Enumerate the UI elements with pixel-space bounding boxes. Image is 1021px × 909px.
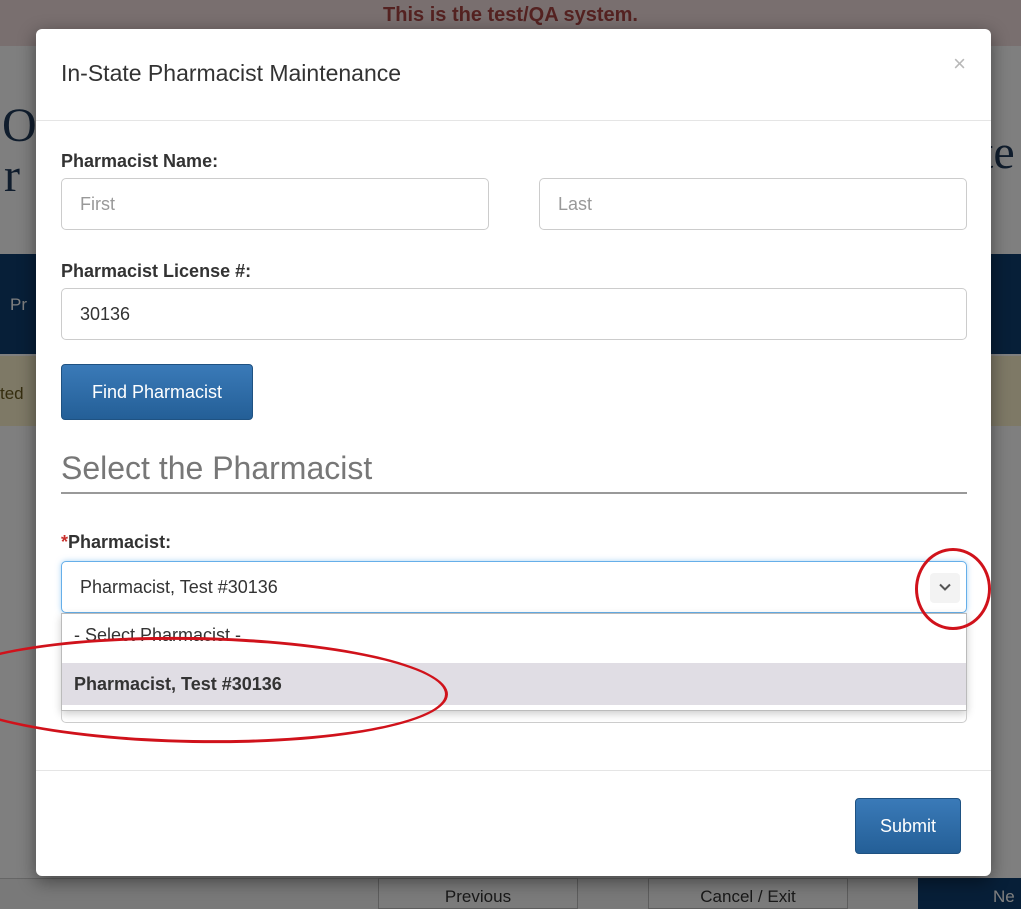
last-name-input[interactable] bbox=[539, 178, 967, 230]
modal-footer-divider bbox=[36, 770, 991, 771]
pharmacist-name-label: Pharmacist Name: bbox=[61, 151, 219, 171]
pharmacist-select-label: *Pharmacist: bbox=[61, 532, 171, 553]
selected-pharmacist: Pharmacist, Test #30136 bbox=[80, 577, 278, 597]
dropdown-option-pharmacist[interactable]: Pharmacist, Test #30136 bbox=[62, 663, 966, 705]
first-name-input[interactable] bbox=[61, 178, 489, 230]
submit-button[interactable]: Submit bbox=[855, 798, 961, 854]
pharmacist-label-text: Pharmacist: bbox=[68, 532, 172, 552]
dropdown-option-placeholder[interactable]: - Select Pharmacist - bbox=[62, 614, 966, 656]
modal-title: In-State Pharmacist Maintenance bbox=[61, 60, 402, 86]
license-label: Pharmacist License #: bbox=[61, 261, 252, 281]
hidden-field-edge bbox=[61, 711, 967, 723]
modal-header: In-State Pharmacist Maintenance × bbox=[36, 29, 991, 121]
license-input[interactable] bbox=[61, 288, 967, 340]
required-marker: * bbox=[61, 532, 69, 552]
pharmacist-select[interactable]: Pharmacist, Test #30136 bbox=[61, 561, 967, 613]
pharmacist-dropdown-list: - Select Pharmacist - Pharmacist, Test #… bbox=[61, 613, 967, 711]
section-title: Select the Pharmacist bbox=[61, 450, 373, 486]
pharmacist-maintenance-modal: In-State Pharmacist Maintenance × Pharma… bbox=[36, 29, 991, 876]
section-divider bbox=[61, 492, 967, 494]
find-pharmacist-button[interactable]: Find Pharmacist bbox=[61, 364, 253, 420]
chevron-down-icon[interactable] bbox=[930, 573, 960, 603]
close-icon[interactable]: × bbox=[953, 51, 966, 77]
